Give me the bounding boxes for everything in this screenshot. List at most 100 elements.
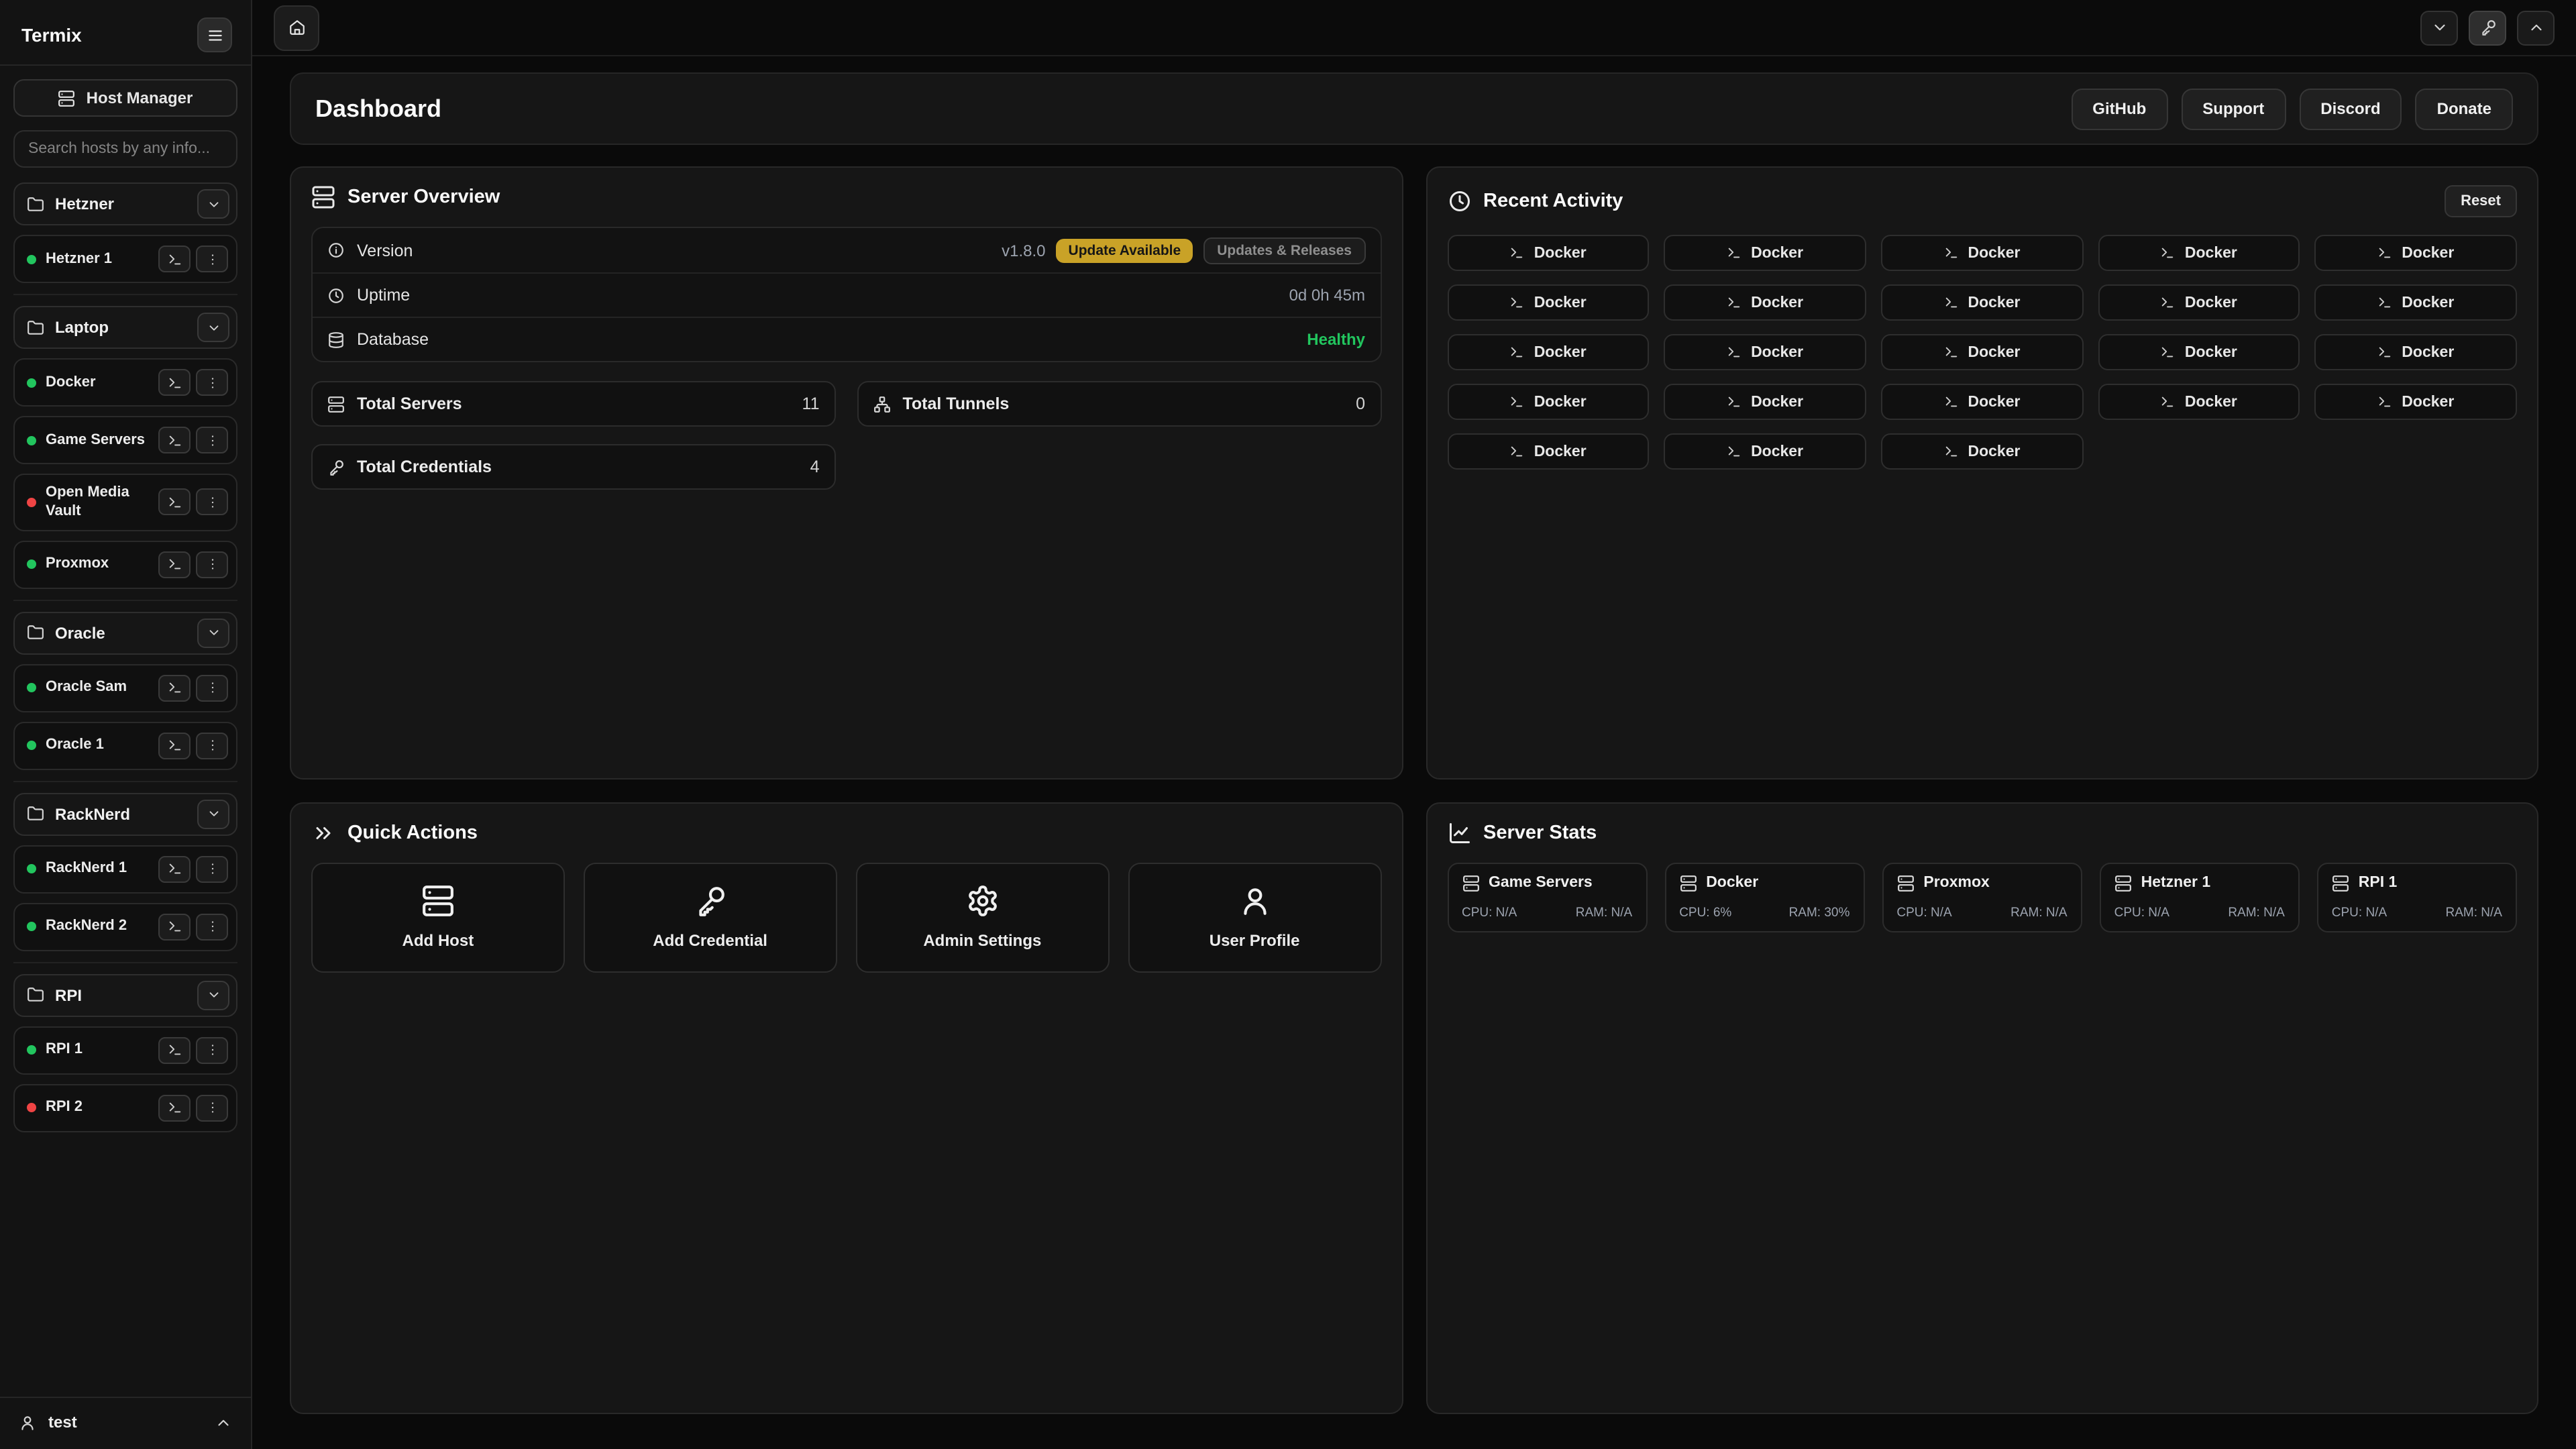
host-terminal-button[interactable] <box>158 732 191 759</box>
kebab-icon <box>205 433 219 447</box>
host-terminal-button[interactable] <box>158 1036 191 1063</box>
stat-tile-total-tunnels: Total Tunnels0 <box>857 381 1382 427</box>
user-profile-button[interactable]: User Profile <box>1128 862 1381 972</box>
search-input[interactable] <box>13 130 237 168</box>
group-collapse-button[interactable] <box>197 189 229 219</box>
sidebar-host-oracle-1[interactable]: Oracle 1 <box>13 721 237 769</box>
host-terminal-button[interactable] <box>158 913 191 940</box>
tabbar-buttons <box>2420 10 2555 45</box>
host-terminal-button[interactable] <box>158 855 191 882</box>
group-collapse-button[interactable] <box>197 618 229 647</box>
host-terminal-button[interactable] <box>158 551 191 578</box>
activity-item[interactable]: Docker <box>1881 384 2083 420</box>
overview-row-uptime: Uptime0d 0h 45m <box>313 272 1380 317</box>
host-menu-button[interactable] <box>196 369 228 396</box>
activity-item[interactable]: Docker <box>2315 235 2517 271</box>
activity-item[interactable]: Docker <box>2098 384 2300 420</box>
activity-item[interactable]: Docker <box>1447 433 1649 470</box>
host-menu-button[interactable] <box>196 1094 228 1121</box>
host-buttons <box>158 427 228 453</box>
ssh-keys-button[interactable] <box>2469 10 2506 45</box>
host-terminal-button[interactable] <box>158 427 191 453</box>
sidebar-host-rpi-1[interactable]: RPI 1 <box>13 1026 237 1074</box>
collapse-header-button[interactable] <box>2517 10 2555 45</box>
sidebar-host-open-media-vault[interactable]: Open Media Vault <box>13 474 237 531</box>
activity-item[interactable]: Docker <box>1447 235 1649 271</box>
host-menu-button[interactable] <box>196 674 228 701</box>
activity-item[interactable]: Docker <box>2098 334 2300 370</box>
activity-item[interactable]: Docker <box>1447 334 1649 370</box>
host-menu-button[interactable] <box>196 551 228 578</box>
add-credential-button[interactable]: Add Credential <box>584 862 837 972</box>
sidebar-host-proxmox[interactable]: Proxmox <box>13 540 237 588</box>
host-manager-button[interactable]: Host Manager <box>13 79 237 117</box>
support-button[interactable]: Support <box>2181 88 2286 129</box>
group-collapse-button[interactable] <box>197 313 229 342</box>
group-header[interactable]: Oracle <box>13 611 237 654</box>
activity-item[interactable]: Docker <box>2315 384 2517 420</box>
info-value: v1.8.0 <box>1002 241 1045 260</box>
updates-releases-button[interactable]: Updates & Releases <box>1203 237 1365 264</box>
activity-item[interactable]: Docker <box>2098 235 2300 271</box>
host-menu-button[interactable] <box>196 246 228 272</box>
activity-item[interactable]: Docker <box>1447 284 1649 321</box>
chart-icon <box>1447 820 1471 845</box>
host-status-dot <box>27 559 36 569</box>
activity-item[interactable]: Docker <box>1881 284 2083 321</box>
sidebar-footer[interactable]: test <box>0 1397 251 1436</box>
sidebar-host-hetzner-1[interactable]: Hetzner 1 <box>13 235 237 283</box>
group-header[interactable]: RackNerd <box>13 792 237 835</box>
sidebar-host-racknerd-1[interactable]: RackNerd 1 <box>13 845 237 893</box>
activity-item[interactable]: Docker <box>1881 235 2083 271</box>
add-host-button[interactable]: Add Host <box>311 862 565 972</box>
tab-home[interactable] <box>274 5 319 50</box>
sidebar-host-rpi-2[interactable]: RPI 2 <box>13 1083 237 1132</box>
tabs-dropdown-button[interactable] <box>2420 10 2458 45</box>
server-stats-grid: Game ServersCPU: N/ARAM: N/ADockerCPU: 6… <box>1447 862 2517 932</box>
sidebar-host-oracle-sam[interactable]: Oracle Sam <box>13 663 237 712</box>
host-menu-button[interactable] <box>196 855 228 882</box>
activity-item[interactable]: Docker <box>1664 433 1866 470</box>
host-terminal-button[interactable] <box>158 369 191 396</box>
host-name: Hetzner 1 <box>46 250 149 269</box>
group-collapse-button[interactable] <box>197 980 229 1010</box>
activity-item[interactable]: Docker <box>2315 334 2517 370</box>
recent-activity-card: Recent Activity Reset DockerDockerDocker… <box>1426 166 2538 779</box>
activity-item[interactable]: Docker <box>1664 384 1866 420</box>
activity-item[interactable]: Docker <box>1664 284 1866 321</box>
activity-item[interactable]: Docker <box>2315 284 2517 321</box>
activity-item[interactable]: Docker <box>1447 384 1649 420</box>
sidebar-host-racknerd-2[interactable]: RackNerd 2 <box>13 902 237 951</box>
group-header[interactable]: RPI <box>13 973 237 1016</box>
folder-icon <box>27 624 44 641</box>
host-menu-button[interactable] <box>196 427 228 453</box>
group-header[interactable]: Hetzner <box>13 182 237 225</box>
quick-actions-grid: Add HostAdd CredentialAdmin Settings User… <box>311 862 1381 972</box>
activity-item[interactable]: Docker <box>1664 235 1866 271</box>
host-terminal-button[interactable] <box>158 489 191 516</box>
group-collapse-button[interactable] <box>197 799 229 828</box>
activity-item[interactable]: Docker <box>2098 284 2300 321</box>
sidebar-host-docker[interactable]: Docker <box>13 358 237 407</box>
github-button[interactable]: GitHub <box>2071 88 2167 129</box>
sidebar-menu-button[interactable] <box>197 17 232 52</box>
discord-button[interactable]: Discord <box>2299 88 2402 129</box>
host-menu-button[interactable] <box>196 1036 228 1063</box>
host-terminal-button[interactable] <box>158 1094 191 1121</box>
activity-item[interactable]: Docker <box>1881 334 2083 370</box>
host-menu-button[interactable] <box>196 732 228 759</box>
host-menu-button[interactable] <box>196 489 228 516</box>
host-menu-button[interactable] <box>196 913 228 940</box>
quick-action-label: User Profile <box>1210 931 1300 950</box>
activity-item[interactable]: Docker <box>1881 433 2083 470</box>
reset-button[interactable]: Reset <box>2445 185 2517 217</box>
sidebar-host-game-servers[interactable]: Game Servers <box>13 416 237 464</box>
host-terminal-button[interactable] <box>158 246 191 272</box>
kebab-icon <box>205 1042 219 1057</box>
donate-button[interactable]: Donate <box>2416 88 2513 129</box>
admin-settings-button[interactable]: Admin Settings <box>856 862 1110 972</box>
host-terminal-button[interactable] <box>158 674 191 701</box>
group-header[interactable]: Laptop <box>13 306 237 349</box>
activity-item[interactable]: Docker <box>1664 334 1866 370</box>
chevron-up-icon[interactable] <box>215 1413 232 1431</box>
